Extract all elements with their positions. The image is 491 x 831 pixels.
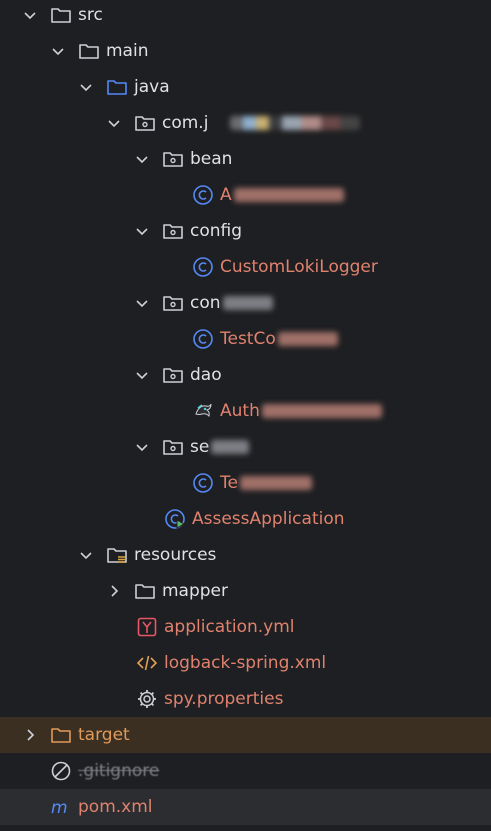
- redacted-text: [233, 188, 344, 202]
- tree-label-dao-class: Auth: [220, 401, 260, 421]
- ignored-file-icon: [50, 760, 72, 782]
- tree-node-service[interactable]: se: [0, 429, 491, 465]
- source-root-folder-icon: [106, 76, 128, 98]
- class-icon: [192, 472, 214, 494]
- chevron-down-icon[interactable]: [134, 295, 150, 311]
- package-icon: [162, 292, 184, 314]
- redacted-text: [211, 440, 250, 454]
- tree-node-dao[interactable]: dao: [0, 357, 491, 393]
- class-icon: [192, 184, 214, 206]
- excluded-folder-icon: [50, 724, 72, 746]
- class-icon: [192, 256, 214, 278]
- tree-node-application-yml[interactable]: application.yml: [0, 609, 491, 645]
- tree-label-app-class: AssessApplication: [192, 509, 345, 529]
- package-icon: [162, 364, 184, 386]
- runnable-class-icon: [164, 508, 186, 530]
- tree-node-gitignore[interactable]: .gitignore: [0, 753, 491, 789]
- tree-label-resources: resources: [134, 545, 217, 565]
- tree-node-bean[interactable]: bean: [0, 141, 491, 177]
- package-icon: [162, 436, 184, 458]
- package-icon: [162, 148, 184, 170]
- resources-folder-icon: [106, 544, 128, 566]
- tree-label-service: se: [190, 437, 210, 457]
- tree-node-mapper[interactable]: mapper: [0, 573, 491, 609]
- folder-icon: [78, 40, 100, 62]
- tree-node-src[interactable]: src: [0, 0, 491, 33]
- chevron-down-icon[interactable]: [134, 367, 150, 383]
- tree-label-java: java: [134, 77, 170, 97]
- redacted-text: [277, 332, 338, 346]
- tree-node-dao-class[interactable]: Auth: [0, 393, 491, 429]
- tree-label-gitignore: .gitignore: [78, 761, 160, 781]
- chevron-down-icon[interactable]: [22, 7, 38, 23]
- project-tree: src main java com.j bean A config Custom…: [0, 0, 491, 831]
- chevron-down-icon[interactable]: [134, 439, 150, 455]
- tree-label-application-yml: application.yml: [164, 617, 295, 637]
- tree-label-target: target: [78, 725, 130, 745]
- chevron-down-icon[interactable]: [78, 547, 94, 563]
- tree-node-target[interactable]: target: [0, 717, 491, 753]
- tree-label-main: main: [106, 41, 149, 61]
- tree-node-java[interactable]: java: [0, 69, 491, 105]
- chevron-down-icon[interactable]: [78, 79, 94, 95]
- chevron-down-icon[interactable]: [106, 115, 122, 131]
- tree-node-config[interactable]: config: [0, 213, 491, 249]
- package-icon: [134, 112, 156, 134]
- tree-label-com-package: com.j: [162, 113, 209, 133]
- tree-label-spy-properties: spy.properties: [164, 689, 284, 709]
- gear-icon: [136, 688, 158, 710]
- tree-label-src: src: [78, 5, 103, 25]
- tree-node-logback-xml[interactable]: logback-spring.xml: [0, 645, 491, 681]
- mybatis-bird-icon: [192, 400, 214, 422]
- redacted-text: [239, 476, 312, 490]
- tree-node-controller[interactable]: con: [0, 285, 491, 321]
- chevron-right-icon[interactable]: [22, 727, 38, 743]
- tree-label-controller: con: [190, 293, 221, 313]
- tree-node-spy-properties[interactable]: spy.properties: [0, 681, 491, 717]
- redacted-text: [230, 116, 361, 130]
- tree-node-bean-class[interactable]: A: [0, 177, 491, 213]
- xml-file-icon: [136, 652, 158, 674]
- tree-node-resources[interactable]: resources: [0, 537, 491, 573]
- tree-label-bean-class: A: [220, 185, 232, 205]
- chevron-right-icon[interactable]: [106, 583, 122, 599]
- tree-label-dao: dao: [190, 365, 222, 385]
- class-icon: [192, 328, 214, 350]
- redacted-text: [261, 404, 382, 418]
- tree-node-controller-class[interactable]: TestCo: [0, 321, 491, 357]
- folder-icon: [50, 4, 72, 26]
- maven-icon: m: [50, 796, 72, 818]
- tree-node-com-package[interactable]: com.j: [0, 105, 491, 141]
- tree-node-service-class[interactable]: Te: [0, 465, 491, 501]
- tree-node-main[interactable]: main: [0, 33, 491, 69]
- package-icon: [162, 220, 184, 242]
- chevron-down-icon[interactable]: [134, 151, 150, 167]
- tree-label-config-class: CustomLokiLogger: [220, 257, 378, 277]
- tree-label-config: config: [190, 221, 243, 241]
- tree-node-app-class[interactable]: AssessApplication: [0, 501, 491, 537]
- redacted-text: [222, 296, 273, 310]
- chevron-down-icon[interactable]: [134, 223, 150, 239]
- tree-label-logback-xml: logback-spring.xml: [164, 653, 327, 673]
- svg-text:m: m: [51, 798, 68, 818]
- tree-node-config-class[interactable]: CustomLokiLogger: [0, 249, 491, 285]
- chevron-down-icon[interactable]: [50, 43, 66, 59]
- tree-label-controller-class: TestCo: [220, 329, 276, 349]
- folder-icon: [134, 580, 156, 602]
- tree-node-pom[interactable]: m pom.xml: [0, 789, 491, 825]
- tree-label-bean: bean: [190, 149, 233, 169]
- tree-label-pom: pom.xml: [78, 797, 153, 817]
- tree-label-mapper: mapper: [162, 581, 229, 601]
- tree-label-service-class: Te: [220, 473, 238, 493]
- yaml-file-icon: [136, 616, 158, 638]
